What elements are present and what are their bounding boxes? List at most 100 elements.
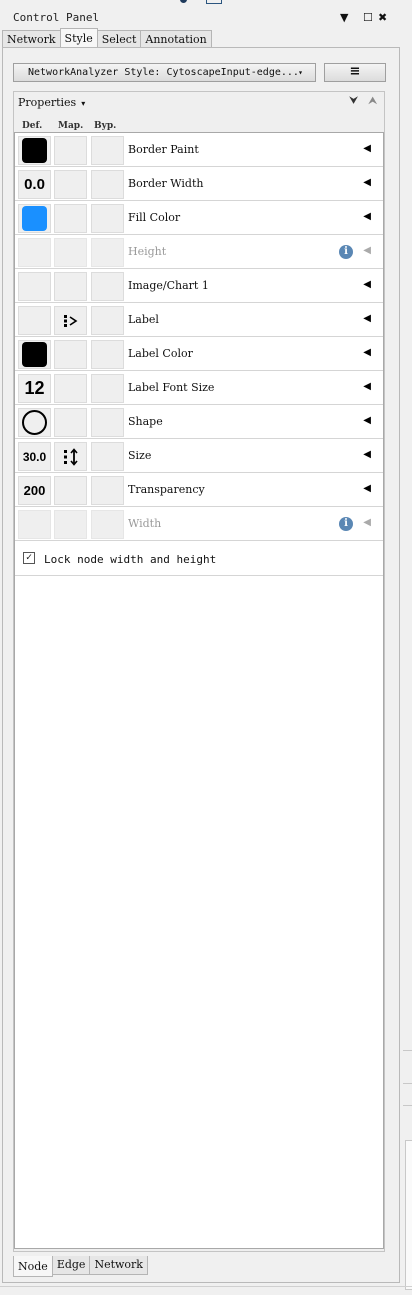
property-row-height: Height i ◀ <box>15 235 383 269</box>
style-selector-value: NetworkAnalyzer Style: CytoscapeInput-ed… <box>28 67 299 78</box>
collapse-all-icon[interactable]: ⮝ <box>368 94 377 108</box>
default-value-cell[interactable]: 12 <box>18 374 51 403</box>
bottom-tab-bar: Node Edge Network <box>13 1256 148 1277</box>
default-value-cell[interactable] <box>18 136 51 165</box>
expand-arrow-icon[interactable]: ◀ <box>363 279 371 290</box>
expand-all-icon[interactable]: ⮟ <box>349 94 358 108</box>
default-value-cell[interactable] <box>18 340 51 369</box>
property-name: Transparency <box>128 483 205 496</box>
top-edge-decoration <box>0 0 412 5</box>
default-value-text: 200 <box>23 483 46 498</box>
default-value-text: 30.0 <box>22 449 47 464</box>
mapping-cell[interactable] <box>54 272 87 301</box>
property-name: Height <box>128 245 167 258</box>
default-value-cell[interactable]: 200 <box>18 476 51 505</box>
property-name: Size <box>128 449 152 462</box>
mapping-cell[interactable] <box>54 442 87 471</box>
hamburger-menu-button[interactable]: ≡ <box>324 63 386 82</box>
property-name: Width <box>128 517 162 530</box>
expand-arrow-icon[interactable]: ◀ <box>363 211 371 222</box>
mapping-cell[interactable] <box>54 408 87 437</box>
default-value-cell[interactable] <box>18 272 51 301</box>
lock-size-row: ✓ Lock node width and height <box>15 542 383 576</box>
property-name: Image/Chart 1 <box>128 279 209 292</box>
info-icon[interactable]: i <box>339 245 353 259</box>
property-row-transparency: 200 Transparency ◀ <box>15 473 383 507</box>
bypass-cell[interactable] <box>91 340 124 369</box>
tab-network[interactable]: Network <box>2 30 61 48</box>
mapping-cell[interactable] <box>54 476 87 505</box>
property-name: Shape <box>128 415 163 428</box>
mapping-cell[interactable] <box>54 136 87 165</box>
expand-arrow-icon: ◀ <box>363 517 371 528</box>
bypass-cell[interactable] <box>91 136 124 165</box>
bypass-cell[interactable] <box>91 204 124 233</box>
bypass-cell[interactable] <box>91 374 124 403</box>
bypass-cell[interactable] <box>91 170 124 199</box>
expand-arrow-icon[interactable]: ◀ <box>363 415 371 426</box>
column-header-byp: Byp. <box>94 121 117 131</box>
top-tab-bar: Network Style Select Annotation <box>2 28 212 48</box>
toolbar-dot-icon <box>180 0 187 3</box>
property-name: Border Width <box>128 177 204 190</box>
properties-dropdown[interactable]: Properties ▾ <box>18 96 85 109</box>
properties-table: ✓ Lock node width and height Border Pain… <box>14 132 384 1249</box>
adjacent-panel-edge <box>403 1050 412 1295</box>
expand-arrow-icon[interactable]: ◀ <box>363 143 371 154</box>
info-icon[interactable]: i <box>339 517 353 531</box>
expand-arrow-icon[interactable]: ◀ <box>363 483 371 494</box>
panel-title: Control Panel <box>13 11 100 24</box>
lock-size-checkbox[interactable]: ✓ <box>23 552 35 564</box>
table-icon <box>206 0 222 4</box>
property-row-border-paint: Border Paint ◀ <box>15 133 383 167</box>
bypass-cell <box>91 510 124 539</box>
expand-arrow-icon[interactable]: ◀ <box>363 347 371 358</box>
expand-arrow-icon[interactable]: ◀ <box>363 449 371 460</box>
bypass-cell[interactable] <box>91 272 124 301</box>
bottom-divider <box>0 1286 412 1287</box>
mapping-cell[interactable] <box>54 374 87 403</box>
default-value-cell[interactable] <box>18 306 51 335</box>
expand-arrow-icon[interactable]: ◀ <box>363 313 371 324</box>
property-row-size: 30.0 Size ◀ <box>15 439 383 473</box>
mapping-cell[interactable] <box>54 170 87 199</box>
default-value-cell[interactable] <box>18 408 51 437</box>
bypass-cell[interactable] <box>91 408 124 437</box>
mapping-cell[interactable] <box>54 204 87 233</box>
property-name: Fill Color <box>128 211 181 224</box>
tab-edge[interactable]: Edge <box>51 1256 91 1275</box>
chevron-down-icon: ▾ <box>81 99 86 108</box>
tab-network[interactable]: Network <box>89 1256 148 1275</box>
properties-label: Properties <box>18 96 77 109</box>
default-value-cell[interactable]: 0.0 <box>18 170 51 199</box>
property-row-border-width: 0.0 Border Width ◀ <box>15 167 383 201</box>
color-swatch <box>22 206 47 231</box>
passthrough-mapping-icon <box>63 314 77 327</box>
maximize-icon[interactable]: ☐ <box>363 11 373 24</box>
chevron-down-icon: ▾ <box>298 68 303 77</box>
default-value-text: 12 <box>24 378 45 398</box>
default-value-cell <box>18 238 51 267</box>
default-value-cell[interactable]: 30.0 <box>18 442 51 471</box>
expand-arrow-icon[interactable]: ◀ <box>363 381 371 392</box>
close-icon[interactable]: ✖ <box>378 11 387 24</box>
default-value-cell[interactable] <box>18 204 51 233</box>
ellipse-shape-icon <box>22 410 47 435</box>
bypass-cell[interactable] <box>91 476 124 505</box>
bypass-cell[interactable] <box>91 306 124 335</box>
tab-select[interactable]: Select <box>96 30 142 48</box>
bypass-cell[interactable] <box>91 442 124 471</box>
tab-node[interactable]: Node <box>13 1256 53 1277</box>
tab-annotation[interactable]: Annotation <box>140 30 212 48</box>
column-header-map: Map. <box>58 121 84 131</box>
caret-down-icon[interactable]: ▼ <box>340 11 348 24</box>
expand-arrow-icon[interactable]: ◀ <box>363 177 371 188</box>
mapping-cell[interactable] <box>54 340 87 369</box>
mapping-cell[interactable] <box>54 306 87 335</box>
property-row-label-font-size: 12 Label Font Size ◀ <box>15 371 383 405</box>
hamburger-icon: ≡ <box>349 64 361 79</box>
style-selector[interactable]: NetworkAnalyzer Style: CytoscapeInput-ed… <box>13 63 316 82</box>
tab-style[interactable]: Style <box>59 28 98 47</box>
continuous-mapping-icon <box>63 447 78 466</box>
default-value-text: 0.0 <box>24 176 45 193</box>
